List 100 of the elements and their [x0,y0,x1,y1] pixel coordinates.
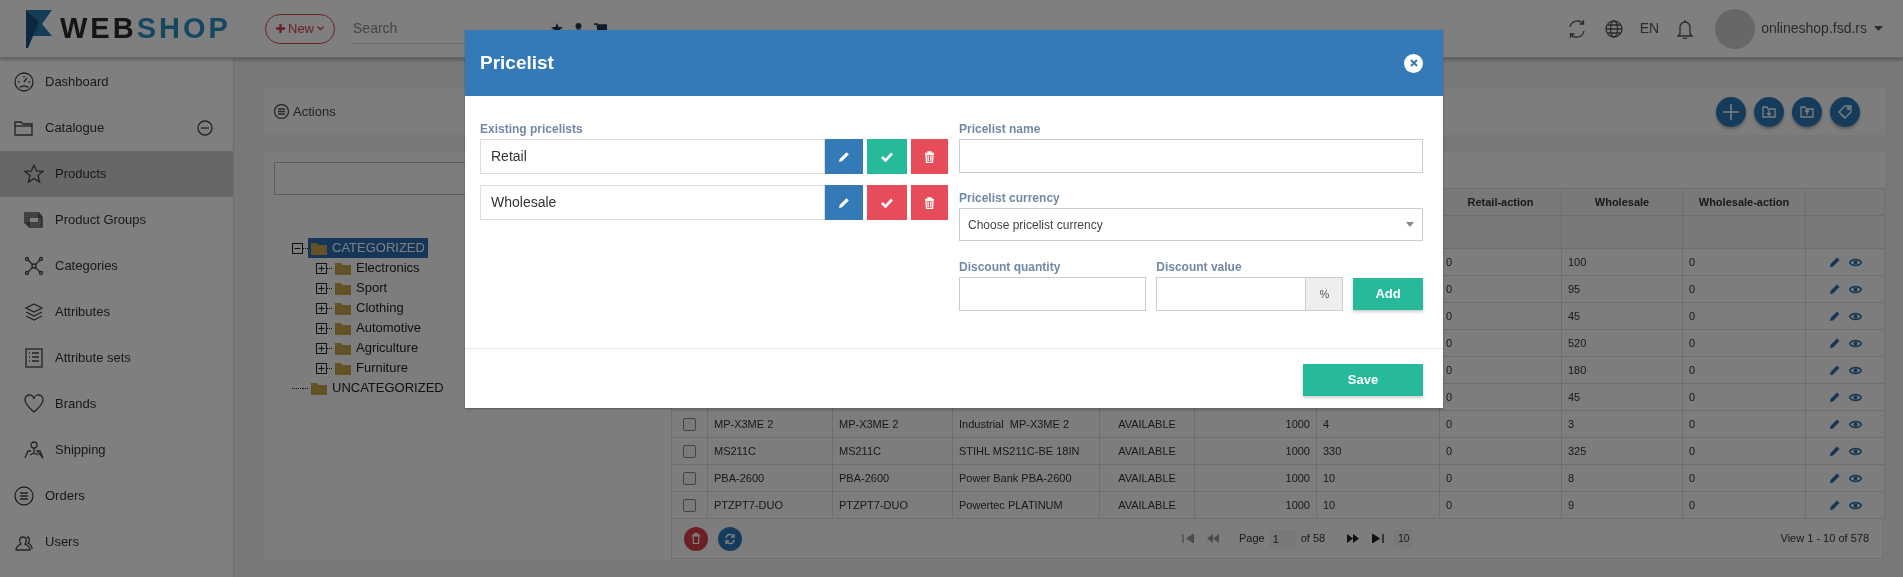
close-button[interactable] [1404,53,1423,73]
edit-button[interactable] [825,139,863,174]
bell-icon[interactable] [1677,18,1694,39]
tree-node[interactable]: CATEGORIZED [308,238,428,258]
previous-page-icon[interactable] [1207,534,1219,543]
discount-quantity-input[interactable] [959,277,1147,311]
page-field[interactable]: 1 [1268,529,1297,548]
expand-icon[interactable] [316,302,327,314]
expand-icon[interactable] [316,362,327,374]
table-cell: 180 [1568,363,1587,376]
folder-icon [311,241,327,255]
tree-node[interactable]: Furniture [332,358,412,378]
discount-value-input[interactable] [1156,277,1307,311]
eye-icon[interactable] [1848,473,1862,483]
sidebar-icon [14,72,34,92]
row-checkbox[interactable] [683,418,696,432]
tree-node[interactable]: Agriculture [332,338,422,358]
page-size-selector[interactable]: 10 [1394,529,1414,548]
globe-icon[interactable] [1604,19,1623,38]
pricelist-name-input[interactable] [959,139,1423,173]
first-page-icon[interactable] [1182,534,1194,543]
eye-icon[interactable] [1848,392,1862,402]
add-button[interactable] [1716,96,1746,127]
row-checkbox[interactable] [683,472,696,486]
tree-node[interactable]: UNCATEGORIZED [308,378,447,398]
pencil-icon[interactable] [1828,337,1840,349]
activate-button[interactable] [867,139,907,174]
table-cell: 100 [1568,255,1587,268]
pencil-icon[interactable] [1828,310,1840,322]
row-checkbox[interactable] [683,499,696,513]
expand-icon[interactable] [316,282,327,294]
currency-select[interactable]: Choose pricelist currency [959,208,1423,241]
save-button[interactable]: Save [1303,364,1423,396]
trash-icon [924,150,935,163]
expand-icon[interactable] [316,262,327,274]
table-cell: 0 [1446,255,1453,268]
eye-icon[interactable] [1848,284,1862,294]
table-cell: MP-X3ME 2 [714,417,774,430]
table-cell: 0 [1446,498,1453,511]
table-cell: 0 [1689,309,1696,322]
delete-button[interactable] [684,526,708,551]
eye-icon[interactable] [1848,500,1862,510]
sidebar-child-icon [24,164,44,184]
page-label: Page [1239,531,1265,547]
language-selector[interactable]: EN [1639,18,1660,39]
collapse-icon[interactable] [197,120,213,136]
eye-icon[interactable] [1848,419,1862,429]
expand-icon[interactable] [316,322,327,334]
pencil-icon[interactable] [1828,256,1840,268]
export-button[interactable] [1792,96,1822,127]
next-page-icon[interactable] [1347,534,1360,543]
collapse-icon[interactable] [292,242,303,254]
caret-down-icon [1874,26,1883,31]
table-cell: 325 [1568,444,1587,457]
column-header[interactable]: Wholesale [1561,188,1683,216]
tree-node[interactable]: Electronics [332,258,423,278]
table-cell: 1000 [1285,444,1310,457]
account-menu[interactable]: onlineshop.fsd.rs [1761,18,1867,39]
table-cell: 45 [1568,390,1581,403]
table-cell: MP-X3ME 2 [839,417,899,430]
expand-icon[interactable] [316,342,327,354]
tree-node[interactable]: Sport [332,278,391,298]
last-page-icon[interactable] [1372,534,1385,543]
eye-icon[interactable] [1848,338,1862,348]
folder-icon [311,381,327,395]
add-button[interactable]: Add [1353,278,1423,310]
eye-icon[interactable] [1848,446,1862,456]
table-cell: MS211C [839,444,881,457]
delete-button[interactable] [911,139,948,174]
column-header[interactable]: Wholesale-action [1682,188,1806,216]
eye-icon[interactable] [1848,257,1862,267]
pencil-icon [838,196,850,209]
table-cell: AVAILABLE [1118,471,1176,484]
pencil-icon[interactable] [1828,418,1840,430]
actions-label: Actions [293,102,336,121]
delete-button[interactable] [911,185,948,220]
sidebar-child-icon [24,348,44,368]
pencil-icon[interactable] [1828,499,1840,511]
pencil-icon[interactable] [1828,283,1840,295]
pencil-icon[interactable] [1828,472,1840,484]
pencil-icon[interactable] [1828,364,1840,376]
tags-button[interactable] [1830,96,1860,127]
edit-button[interactable] [825,185,863,220]
refresh-button[interactable] [718,526,742,551]
sidebar-child-icon [24,302,44,322]
pencil-icon[interactable] [1828,445,1840,457]
table-cell: 520 [1568,336,1587,349]
table-cell: 0 [1689,282,1696,295]
table-cell: 0 [1689,417,1696,430]
eye-icon[interactable] [1848,311,1862,321]
tree-node[interactable]: Automotive [332,318,425,338]
table-cell: AVAILABLE [1118,444,1176,457]
table-cell: 0 [1446,336,1453,349]
import-button[interactable] [1754,96,1784,127]
pencil-icon[interactable] [1828,391,1840,403]
tree-node[interactable]: Clothing [332,298,407,318]
sidebar-item[interactable]: Products [0,151,233,197]
activate-button[interactable] [867,185,907,220]
eye-icon[interactable] [1848,365,1862,375]
row-checkbox[interactable] [683,445,696,459]
